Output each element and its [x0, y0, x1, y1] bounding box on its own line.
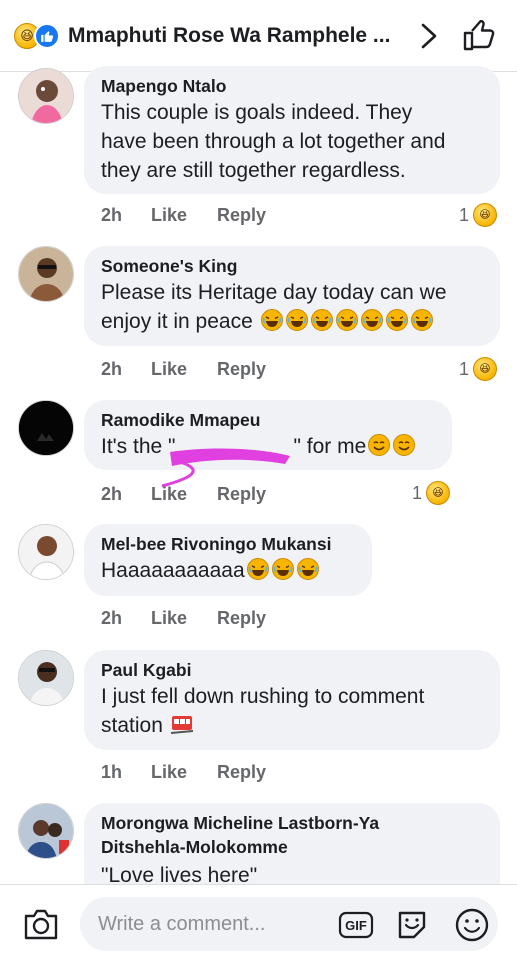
reply-button[interactable]: Reply	[217, 762, 266, 783]
smiling-emoji-icon	[393, 434, 416, 456]
comment-text: station	[101, 714, 163, 737]
avatar[interactable]	[18, 68, 74, 124]
thumbs-up-icon[interactable]	[462, 20, 496, 52]
like-reaction-icon	[34, 22, 60, 49]
avatar[interactable]	[18, 803, 74, 859]
reaction-count[interactable]: 1 😆	[412, 481, 451, 505]
comment-text-line: have been through a lot together and	[101, 130, 446, 153]
comment-text-line: Please its Heritage day today can we	[101, 281, 447, 304]
comment-actions: 2h Like Reply	[101, 205, 266, 226]
comment-actions: 1h Like Reply	[101, 762, 266, 783]
comment-text: Haaaaaaaaaaa	[101, 559, 245, 582]
comment-text: enjoy it in peace	[101, 310, 253, 333]
avatar[interactable]	[18, 650, 74, 706]
reaction-count-number: 1	[459, 204, 470, 225]
haha-emoji-icon: 😆	[426, 481, 451, 505]
mountain-railway-emoji-icon	[170, 716, 193, 734]
comment-time: 2h	[101, 608, 123, 628]
like-button[interactable]: Like	[151, 608, 217, 629]
comment-text-line: station	[101, 711, 484, 740]
reply-button[interactable]: Reply	[217, 359, 266, 380]
comment-bubble[interactable]: Mel-bee Rivoningo Mukansi Haaaaaaaaaaa	[84, 524, 372, 596]
comment-author[interactable]: Mapengo Ntalo	[101, 74, 484, 98]
comment-actions: 2h Like Reply	[101, 484, 266, 505]
rofl-emoji-icon	[271, 558, 294, 580]
emoji-row	[366, 434, 416, 458]
joy-emoji-icon	[335, 309, 358, 331]
reply-button[interactable]: Reply	[217, 608, 266, 629]
smiling-emoji-icon	[368, 434, 391, 456]
like-button[interactable]: Like	[151, 484, 217, 505]
like-button[interactable]: Like	[151, 205, 217, 226]
reply-button[interactable]: Reply	[217, 484, 266, 505]
avatar[interactable]	[18, 524, 74, 580]
comment-text-line: This couple is goals indeed. They	[101, 101, 413, 124]
comment-author[interactable]: Someone's King	[101, 254, 484, 278]
comment-bubble[interactable]: Ramodike Mmapeu It's the " " for me	[84, 400, 452, 470]
emoji-row	[259, 309, 434, 333]
reaction-count-number: 1	[459, 358, 470, 379]
post-author-title[interactable]: Mmaphuti Rose Wa Ramphele ...	[68, 24, 390, 48]
chevron-right-icon[interactable]	[418, 22, 440, 50]
comment-actions: 2h Like Reply	[101, 359, 266, 380]
comment-author[interactable]: Paul Kgabi	[101, 658, 484, 682]
comment-text-line: they are still together regardless.	[101, 159, 406, 182]
post-header[interactable]: 😆 Mmaphuti Rose Wa Ramphele ...	[0, 0, 517, 72]
emoji-row	[245, 558, 320, 582]
comment-author[interactable]: Ramodike Mmapeu	[101, 408, 436, 432]
reaction-count-number: 1	[412, 482, 423, 503]
comment-author[interactable]: Morongwa Micheline Lastborn-Ya	[101, 811, 484, 835]
sticker-icon[interactable]	[394, 907, 430, 943]
comment-bubble[interactable]: Someone's King Please its Heritage day t…	[84, 246, 500, 346]
joy-emoji-icon	[410, 309, 433, 331]
avatar[interactable]	[18, 400, 74, 456]
comment-text-line: Haaaaaaaaaaa	[101, 556, 356, 585]
joy-emoji-icon	[360, 309, 383, 331]
avatar[interactable]	[18, 246, 74, 302]
reaction-summary[interactable]: 😆	[14, 22, 60, 49]
comment-time: 2h	[101, 484, 123, 504]
reaction-count[interactable]: 1 😆	[459, 357, 498, 381]
comment-time: 1h	[101, 762, 123, 782]
comment-text: It's the "	[101, 435, 176, 458]
gif-label: GIF	[345, 918, 367, 933]
emoji-picker-icon[interactable]	[454, 907, 490, 943]
joy-emoji-icon	[385, 309, 408, 331]
comment-text-line: I just fell down rushing to comment	[101, 685, 425, 708]
joy-emoji-icon	[285, 309, 308, 331]
comment-bubble[interactable]: Paul Kgabi I just fell down rushing to c…	[84, 650, 500, 750]
like-button[interactable]: Like	[151, 762, 217, 783]
comment-text-line: enjoy it in peace	[101, 307, 484, 336]
like-button[interactable]: Like	[151, 359, 217, 380]
haha-emoji-icon: 😆	[473, 357, 498, 381]
camera-icon[interactable]	[22, 906, 60, 942]
comment-author[interactable]: Ditshehla-Molokomme	[101, 835, 484, 859]
comment-time: 2h	[101, 359, 123, 379]
comment-text: " for me	[293, 435, 367, 458]
comment-actions: 2h Like Reply	[101, 608, 266, 629]
haha-emoji-icon: 😆	[473, 203, 498, 227]
comment-composer: GIF	[0, 884, 517, 960]
comment-time: 2h	[101, 205, 123, 225]
gif-button[interactable]: GIF	[338, 911, 374, 939]
comment-input[interactable]	[80, 897, 498, 951]
reply-button[interactable]: Reply	[217, 205, 266, 226]
rofl-emoji-icon	[296, 558, 319, 580]
joy-emoji-icon	[260, 309, 283, 331]
comment-text-line: It's the " " for me	[101, 432, 436, 461]
comment-author[interactable]: Mel-bee Rivoningo Mukansi	[101, 532, 356, 556]
rofl-emoji-icon	[246, 558, 269, 580]
joy-emoji-icon	[310, 309, 333, 331]
reaction-count[interactable]: 1 😆	[459, 203, 498, 227]
comment-bubble[interactable]: Mapengo Ntalo This couple is goals indee…	[84, 66, 500, 194]
